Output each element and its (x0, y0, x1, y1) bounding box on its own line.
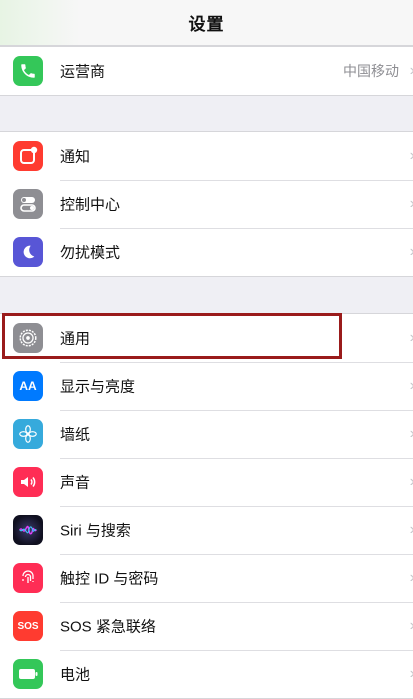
row-label: 控制中心 (60, 196, 121, 214)
row-do-not-disturb[interactable]: 勿扰模式 › (0, 228, 413, 276)
row-battery[interactable]: 电池 › (0, 650, 413, 698)
notifications-group: 通知 › 控制中心 › 勿扰模式 › (0, 131, 413, 277)
status-fade (0, 0, 80, 45)
carrier-group: 运营商 中国移动 › (0, 46, 413, 96)
notifications-icon (13, 141, 43, 171)
highlight-annotation (2, 313, 342, 359)
navigation-bar: 设置 (0, 0, 413, 46)
general-group: 通用 › AA 显示与亮度 › 墙纸 › 声音 › (0, 313, 413, 699)
row-touch-id[interactable]: 触控 ID 与密码 › (0, 554, 413, 602)
row-label: SOS 紧急联络 (60, 618, 156, 636)
battery-icon (13, 659, 43, 689)
row-siri[interactable]: Siri 与搜索 › (0, 506, 413, 554)
row-label: 通知 (60, 148, 91, 166)
row-label: 墙纸 (60, 426, 91, 444)
page-title: 设置 (188, 15, 225, 34)
row-label: 勿扰模式 (60, 244, 121, 262)
row-emergency-sos[interactable]: SOS SOS 紧急联络 › (0, 602, 413, 650)
phone-icon (13, 56, 43, 86)
row-notifications[interactable]: 通知 › (0, 132, 413, 180)
row-sounds[interactable]: 声音 › (0, 458, 413, 506)
siri-icon (13, 515, 43, 545)
carrier-value: 中国移动 (343, 63, 399, 79)
fingerprint-icon (13, 563, 43, 593)
row-wallpaper[interactable]: 墙纸 › (0, 410, 413, 458)
row-label: 电池 (60, 666, 91, 684)
sos-icon: SOS (13, 611, 43, 641)
speaker-icon (13, 467, 43, 497)
row-carrier[interactable]: 运营商 中国移动 › (0, 47, 413, 95)
row-label: 触控 ID 与密码 (60, 570, 159, 588)
display-brightness-icon: AA (13, 371, 43, 401)
moon-icon (13, 237, 43, 267)
control-center-icon (13, 189, 43, 219)
row-control-center[interactable]: 控制中心 › (0, 180, 413, 228)
row-label: 声音 (60, 474, 91, 492)
icon-text: AA (19, 379, 37, 393)
wallpaper-flower-icon (13, 419, 43, 449)
row-label: Siri 与搜索 (60, 522, 131, 540)
row-label: 显示与亮度 (60, 378, 136, 396)
row-label: 运营商 (60, 63, 106, 81)
icon-text: SOS (17, 620, 39, 632)
row-display-brightness[interactable]: AA 显示与亮度 › (0, 362, 413, 410)
